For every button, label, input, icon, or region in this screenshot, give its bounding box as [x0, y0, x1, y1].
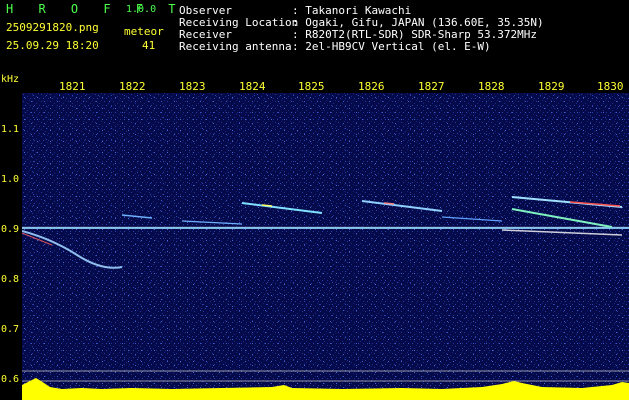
- x-tick-label: 1821: [59, 80, 86, 93]
- x-tick-label: 1822: [119, 80, 146, 93]
- x-tick-label: 1824: [239, 80, 266, 93]
- y-tick-label: 0.7: [1, 324, 20, 335]
- y-tick-label: 0.8: [1, 274, 20, 285]
- y-tick-label: 0.9: [1, 224, 20, 235]
- header-panel: H R O F F T 1.0.0 2509291820.png 25.09.2…: [0, 0, 629, 76]
- app-version: 1.0.0: [126, 4, 157, 15]
- x-tick-label: 1830: [597, 80, 624, 93]
- meteor-label: meteor: [124, 25, 164, 38]
- x-tick-label: 1825: [298, 80, 325, 93]
- y-tick-label: 1.0: [1, 174, 20, 185]
- x-tick-label: 1826: [358, 80, 385, 93]
- spectrogram: [22, 93, 629, 400]
- x-tick-label: 1827: [418, 80, 445, 93]
- y-axis-unit: kHz: [1, 74, 20, 85]
- x-tick-label: 1828: [478, 80, 505, 93]
- frequency-axis: kHz 1.1 1.0 0.9 0.8 0.7 0.6: [0, 74, 22, 400]
- file-datetime: 25.09.29 18:20: [6, 39, 99, 52]
- y-tick-label: 0.6: [1, 374, 20, 385]
- app-title: H R O F F T: [6, 2, 185, 16]
- x-tick-label: 1829: [538, 80, 565, 93]
- info-value-antenna: : 2el-HB9CV Vertical (el. E-W): [292, 40, 491, 53]
- x-tick-label: 1823: [179, 80, 206, 93]
- time-axis: 1821 1822 1823 1824 1825 1826 1827 1828 …: [0, 76, 629, 93]
- meteor-count: 41: [142, 39, 156, 52]
- file-name: 2509291820.png: [6, 21, 99, 34]
- info-key-antenna: Receiving antenna: [179, 40, 292, 53]
- y-tick-label: 1.1: [1, 124, 20, 135]
- spectrogram-canvas: [22, 93, 629, 400]
